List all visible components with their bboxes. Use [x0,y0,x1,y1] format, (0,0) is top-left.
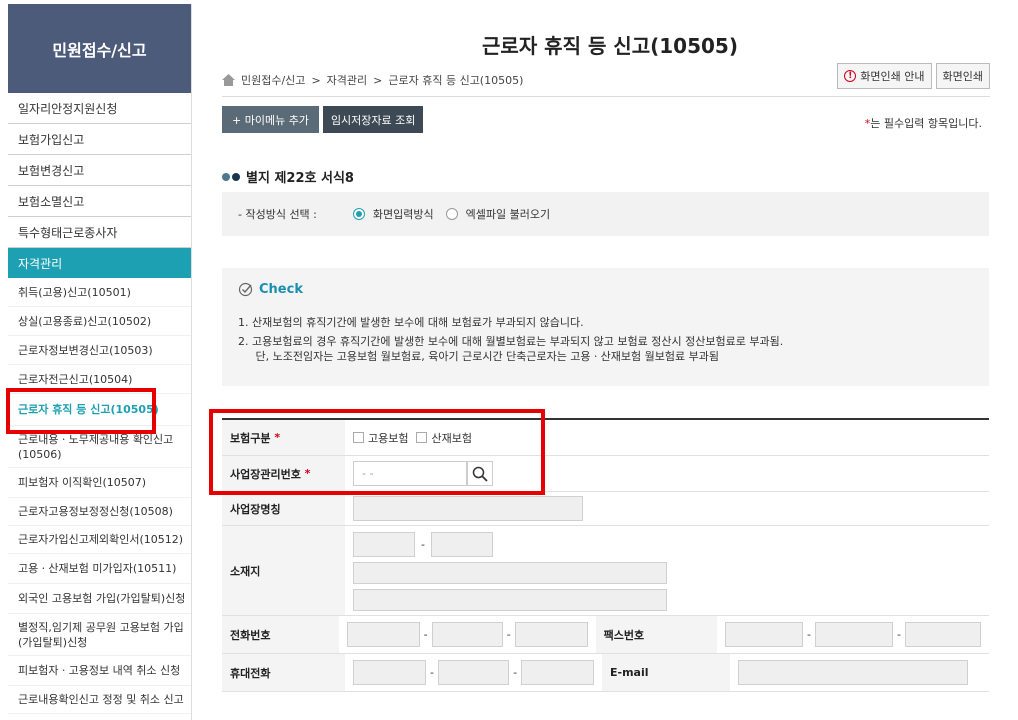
sidebar-sub-10503[interactable]: 근로자정보변경신고(10503) [8,336,191,365]
print-guide-label: 화면인쇄 안내 [860,70,925,83]
sidebar-sub-10507[interactable]: 피보험자 이직확인(10507) [8,468,191,498]
phone-input-3 [514,622,588,647]
dash: - [897,628,901,641]
mobile-input-3 [521,660,595,685]
sidebar-item-insurance-extinction[interactable]: 보험소멸신고 [8,186,191,217]
dash: - [807,628,812,641]
sidebar-item-special-workers[interactable]: 특수형태근로종사자 [8,217,191,248]
sidebar-header: 민원접수/신고 [8,4,191,93]
method-screen-label[interactable]: 화면입력방식 [373,206,434,222]
address-cell: - [345,526,989,615]
zip-input-1 [353,532,415,557]
mobile-input-1 [353,660,426,685]
temp-save-lookup-button[interactable]: 임시저장자료 조회 [322,106,424,133]
email-input [738,660,968,685]
email-cell [730,654,989,691]
biz-name-cell [345,492,989,525]
section-title-text: 별지 제22호 서식8 [246,171,354,186]
divider [222,96,990,97]
bullet-dot-icon [232,172,240,181]
fax-input-1 [725,622,804,647]
address-label: 소재지 [222,526,345,615]
section-title: 별지 제22호 서식8 [222,167,354,186]
sidebar-item-employment-support[interactable]: 일자리안정지원신청 [8,93,191,124]
email-label: E-mail [602,654,730,691]
sidebar-item-insurance-change[interactable]: 보험변경신고 [8,155,191,186]
page-title: 근로자 휴직 등 신고(10505) [482,34,738,58]
dash: - [506,628,511,641]
add-my-menu-button[interactable]: + 마이메뉴 추가 [222,106,319,133]
breadcrumb-current: 근로자 휴직 등 신고(10505) [388,74,524,87]
dash: - [423,628,428,641]
check-line-1: 1. 산재보험의 휴직기간에 발생한 보수에 대해 보험료가 부과되지 않습니다… [238,316,584,329]
phone-input-2 [431,622,503,647]
check-circle-icon [238,282,253,297]
sidebar-sub-foreigner[interactable]: 외국인 고용보험 가입(가입탈퇴)신청 [8,584,191,614]
sidebar: 민원접수/신고 일자리안정지원신청 보험가입신고 보험변경신고 보험소멸신고 특… [8,4,192,720]
method-label: - 작성방식 선택 : [238,208,317,221]
action-buttons: + 마이메뉴 추가 임시저장자료 조회 [222,106,424,133]
row-phone-fax: 전화번호 - - 팩스번호 - - [222,616,989,654]
print-guide-button[interactable]: ! 화면인쇄 안내 [837,63,932,89]
breadcrumb-item[interactable]: 민원접수/신고 [241,72,305,88]
zip-separator: - [421,538,425,551]
phone-cell: - - [339,616,596,653]
sidebar-sub-10508[interactable]: 근로자고용정보정정신청(10508) [8,498,191,526]
required-note-text: 는 필수입력 항목입니다. [870,117,982,130]
fax-label: 팩스번호 [595,616,718,653]
dash: - [429,666,434,679]
check-line-2: 2. 고용보험료의 경우 휴직기간에 발생한 보수에 대해 월별보험료는 부과되… [238,335,784,348]
bullet-dot-icon [222,172,230,181]
mobile-input-2 [437,660,510,685]
breadcrumb: 민원접수/신고 > 자격관리 > 근로자 휴직 등 신고(10505) [222,72,523,88]
sidebar-sub-civil-servant[interactable]: 별정직,임기제 공무원 고용보험 가입(가입탈퇴)신청 [8,614,191,656]
sidebar-item-insurance-join[interactable]: 보험가입신고 [8,124,191,155]
sidebar-sub-10501[interactable]: 취득(고용)신고(10501) [8,278,191,307]
fax-input-2 [815,622,894,647]
address-line-1 [353,562,667,584]
breadcrumb-separator: > [311,73,321,87]
phone-input-1 [346,622,420,647]
zip-input-2 [430,532,493,557]
print-buttons: ! 화면인쇄 안내 화면인쇄 [837,63,990,89]
fax-cell: - - [717,616,989,653]
print-button[interactable]: 화면인쇄 [935,63,990,89]
breadcrumb-item[interactable]: 자격관리 [327,72,367,88]
address-line-2 [353,589,667,611]
phone-label: 전화번호 [222,616,339,653]
check-title-text: Check [259,282,303,297]
required-note: *는 필수입력 항목입니다. [865,115,982,131]
method-select-box: - 작성방식 선택 : 화면입력방식 엑셀파일 불러오기 [222,192,989,236]
mobile-label: 휴대전화 [222,654,345,691]
check-notice: Check 1. 산재보험의 휴직기간에 발생한 보수에 대해 보험료가 부과되… [222,268,989,386]
sidebar-sub-10502[interactable]: 상실(고용종료)신고(10502) [8,307,191,336]
breadcrumb-separator: > [373,73,383,87]
sidebar-group-qualification[interactable]: 자격관리 [8,248,191,278]
fax-input-3 [905,622,981,647]
alert-icon: ! [844,70,857,82]
check-line-3: 단, 노조전임자는 고용보험 월보험료, 육아기 근로시간 단축근로자는 고용ㆍ… [238,350,719,363]
form-highlight-box [209,409,545,495]
sidebar-sub-10512[interactable]: 근로자가입신고제외확인서(10512) [8,526,191,554]
biz-name-label: 사업장명칭 [222,492,345,525]
method-excel-radio[interactable] [445,208,458,220]
mobile-cell: - - [345,654,602,691]
home-icon[interactable] [222,74,235,86]
row-biz-name: 사업장명칭 [222,492,989,526]
row-address: 소재지 - [222,526,989,616]
method-screen-radio[interactable] [352,208,365,220]
row-mobile-email: 휴대전화 - - E-mail [222,654,989,692]
method-excel-label[interactable]: 엑셀파일 불러오기 [466,206,550,222]
dash: - [513,666,518,679]
sidebar-sub-cancel[interactable]: 피보험자ㆍ고용정보 내역 취소 신청 [8,656,191,686]
zip-row: - [353,532,493,557]
sidebar-highlight-box [6,388,156,434]
biz-name-input [353,496,583,521]
sidebar-sub-correction[interactable]: 근로내용확인신고 정정 및 취소 신고 [8,686,191,714]
sidebar-sub-10511[interactable]: 고용ㆍ산재보험 미가입자(10511) [8,554,191,584]
check-title: Check [238,282,973,297]
